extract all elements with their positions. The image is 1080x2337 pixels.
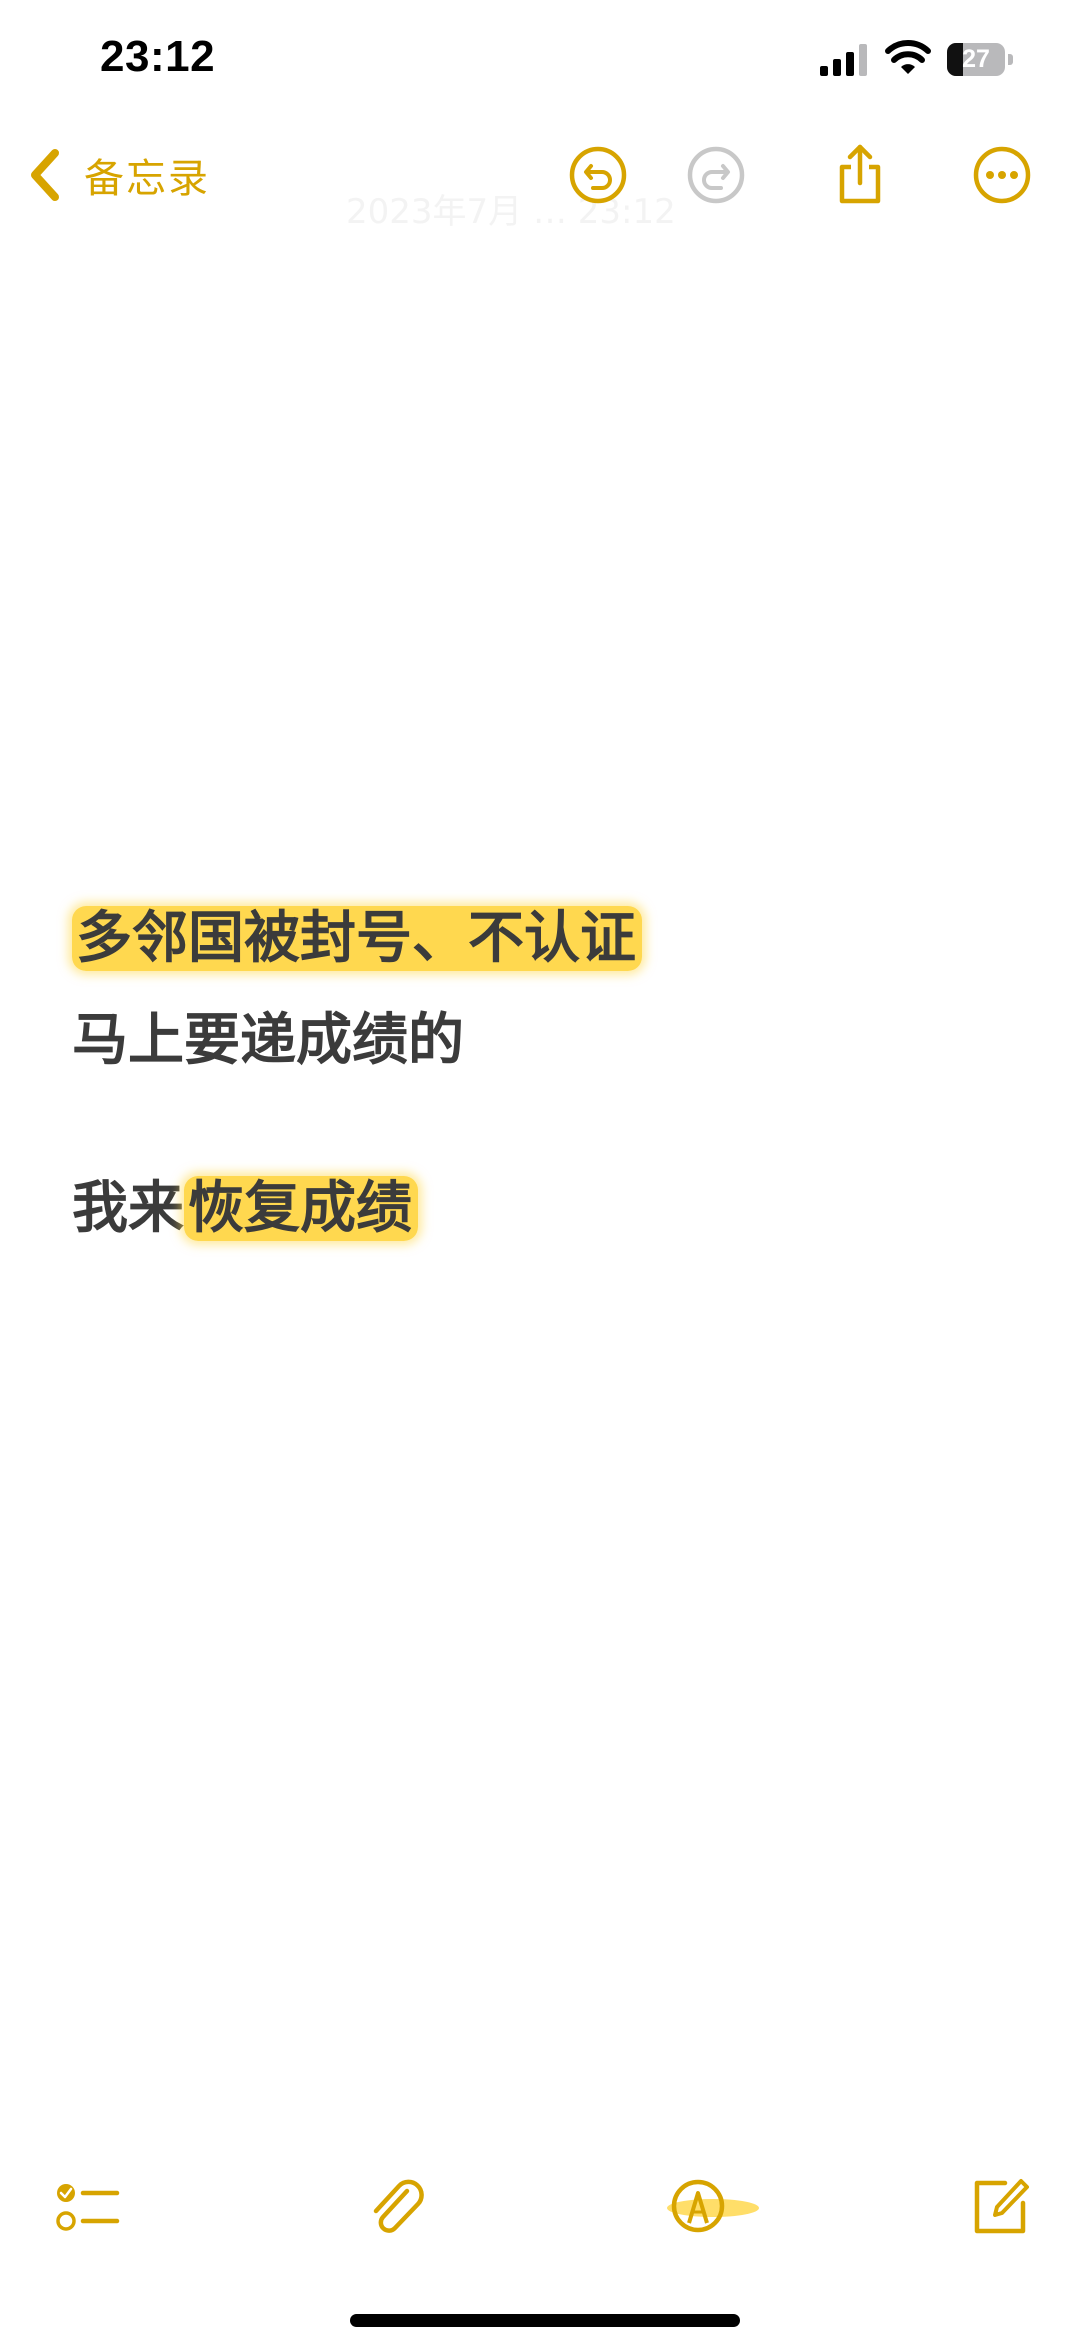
- signal-icon: [820, 44, 867, 76]
- note-highlight: 恢复成绩: [184, 1176, 418, 1241]
- checklist-button[interactable]: [50, 2168, 126, 2244]
- more-icon: [973, 146, 1031, 204]
- note-text: 我来: [72, 1176, 184, 1241]
- more-button[interactable]: [967, 140, 1037, 210]
- undo-icon: [569, 146, 627, 204]
- share-button[interactable]: [825, 140, 895, 210]
- note-highlight: 多邻国被封号、不认证: [72, 906, 642, 971]
- checklist-icon: [56, 2184, 120, 2231]
- chevron-left-icon: [31, 149, 59, 201]
- wifi-icon: [885, 40, 931, 74]
- redo-button[interactable]: [681, 140, 751, 210]
- share-icon: [839, 144, 881, 204]
- note-line-2: 马上要递成绩的: [72, 1008, 464, 1073]
- attachment-button[interactable]: [358, 2168, 434, 2244]
- compose-icon: [974, 2179, 1029, 2234]
- note-line-1: 多邻国被封号、不认证: [72, 888, 642, 990]
- back-button[interactable]: 备忘录: [28, 145, 210, 205]
- back-button-label: 备忘录: [84, 156, 210, 202]
- redo-icon: [687, 146, 745, 204]
- battery-icon: 27: [947, 43, 1013, 76]
- markup-pen-icon: [667, 2179, 759, 2233]
- paperclip-icon: [373, 2179, 424, 2233]
- status-time: 23:12: [100, 32, 216, 81]
- markup-button[interactable]: [658, 2168, 768, 2244]
- battery-cap: [1008, 54, 1013, 65]
- compose-button[interactable]: [962, 2168, 1038, 2244]
- note-line-3: 我来恢复成绩: [72, 1158, 418, 1260]
- undo-button[interactable]: [563, 140, 633, 210]
- home-indicator: [350, 2314, 740, 2327]
- battery-percentage: 27: [962, 45, 990, 73]
- battery-body: 27: [947, 43, 1005, 76]
